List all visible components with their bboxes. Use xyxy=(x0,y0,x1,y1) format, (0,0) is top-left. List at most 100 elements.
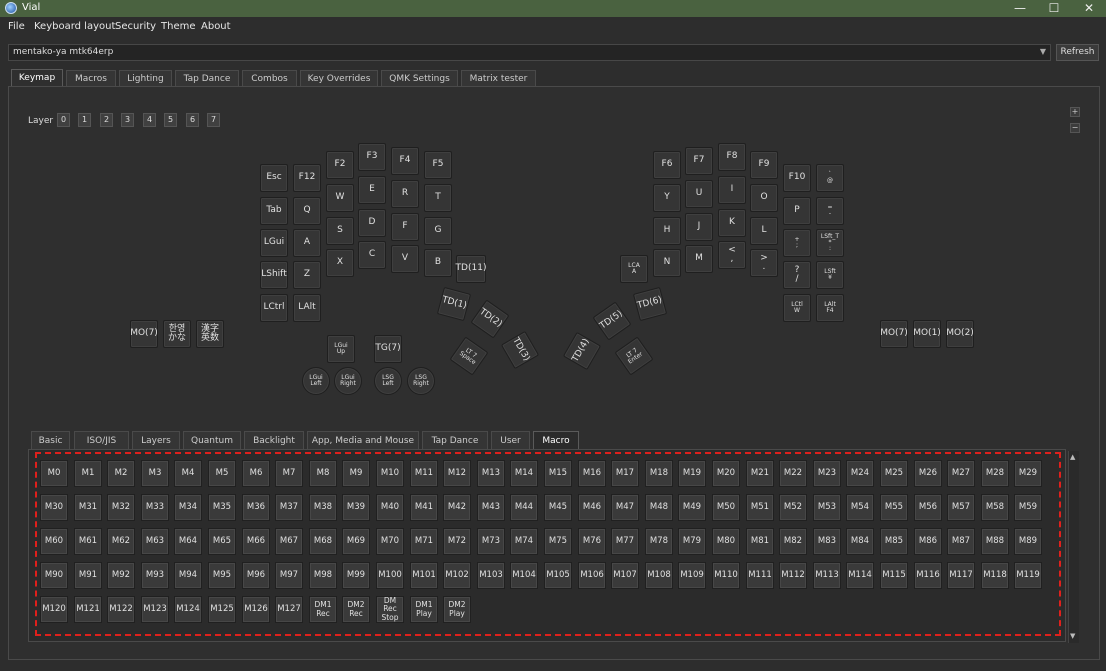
macro-key[interactable]: M28 xyxy=(981,460,1009,487)
macro-key[interactable]: M61 xyxy=(74,528,102,555)
key-f4[interactable]: F4 xyxy=(391,147,419,175)
subtab-basic[interactable]: Basic xyxy=(31,431,70,450)
key-f2[interactable]: F2 xyxy=(326,151,354,179)
macro-key[interactable]: M95 xyxy=(208,562,236,589)
layer-button-6[interactable]: 6 xyxy=(186,113,199,127)
macro-key[interactable]: M65 xyxy=(208,528,236,555)
key-h[interactable]: H xyxy=(653,217,681,245)
macro-key[interactable]: M67 xyxy=(275,528,303,555)
macro-key[interactable]: M60 xyxy=(40,528,68,555)
macro-key[interactable]: M116 xyxy=(914,562,942,589)
macro-key[interactable]: M64 xyxy=(174,528,202,555)
key-lalt-f4[interactable]: LAlt F4 xyxy=(816,294,844,322)
macro-key[interactable]: M119 xyxy=(1014,562,1042,589)
macro-key[interactable]: M108 xyxy=(645,562,673,589)
layer-button-5[interactable]: 5 xyxy=(164,113,177,127)
key-u[interactable]: U xyxy=(685,180,713,208)
macro-key[interactable]: M74 xyxy=(510,528,538,555)
macro-key[interactable]: M88 xyxy=(981,528,1009,555)
macro-key[interactable]: M118 xyxy=(981,562,1009,589)
macro-key[interactable]: M51 xyxy=(746,494,774,521)
key-mo2[interactable]: MO(2) xyxy=(946,320,974,348)
key-a[interactable]: A xyxy=(293,229,321,257)
macro-key[interactable]: M46 xyxy=(578,494,606,521)
menu-theme[interactable]: Theme xyxy=(161,21,196,32)
macro-key[interactable]: M77 xyxy=(611,528,639,555)
menu-about[interactable]: About xyxy=(201,21,231,32)
key-lctrl[interactable]: LCtrl xyxy=(260,294,288,322)
layer-button-7[interactable]: 7 xyxy=(207,113,220,127)
key-g[interactable]: G xyxy=(424,217,452,245)
macro-key[interactable]: M122 xyxy=(107,596,135,623)
macro-key[interactable]: M41 xyxy=(410,494,438,521)
key-x[interactable]: X xyxy=(326,249,354,277)
macro-key[interactable]: M87 xyxy=(947,528,975,555)
macro-key[interactable]: M43 xyxy=(477,494,505,521)
macro-key[interactable]: M125 xyxy=(208,596,236,623)
macro-key[interactable]: M123 xyxy=(141,596,169,623)
macro-key[interactable]: M25 xyxy=(880,460,908,487)
macro-key[interactable]: M109 xyxy=(678,562,706,589)
key-f9[interactable]: F9 xyxy=(750,151,778,179)
key-mo7-left[interactable]: MO(7) xyxy=(130,320,158,348)
macro-key[interactable]: M121 xyxy=(74,596,102,623)
macro-key[interactable]: M103 xyxy=(477,562,505,589)
subtab-tap-dance[interactable]: Tap Dance xyxy=(422,431,488,450)
macro-key[interactable]: M115 xyxy=(880,562,908,589)
layer-button-3[interactable]: 3 xyxy=(121,113,134,127)
macro-key[interactable]: M39 xyxy=(342,494,370,521)
key-lsg-left[interactable]: LSG Left xyxy=(374,367,402,395)
key-e[interactable]: E xyxy=(358,176,386,204)
subtab-backlight[interactable]: Backlight xyxy=(244,431,304,450)
macro-key[interactable]: M104 xyxy=(510,562,538,589)
macro-key[interactable]: M57 xyxy=(947,494,975,521)
macro-key[interactable]: M18 xyxy=(645,460,673,487)
macro-key[interactable]: M91 xyxy=(74,562,102,589)
subtab-macro[interactable]: Macro xyxy=(533,431,579,450)
macro-key[interactable]: M62 xyxy=(107,528,135,555)
macro-key[interactable]: M20 xyxy=(712,460,740,487)
macro-key[interactable]: M7 xyxy=(275,460,303,487)
macro-key[interactable]: M22 xyxy=(779,460,807,487)
macro-key[interactable]: M34 xyxy=(174,494,202,521)
macro-key[interactable]: M6 xyxy=(242,460,270,487)
macro-key[interactable]: M33 xyxy=(141,494,169,521)
macro-key[interactable]: M56 xyxy=(914,494,942,521)
key-v[interactable]: V xyxy=(391,245,419,273)
minimize-icon[interactable]: — xyxy=(1002,0,1038,17)
macro-key[interactable]: DM1 Rec xyxy=(309,596,337,623)
key-p[interactable]: P xyxy=(783,197,811,225)
macro-key[interactable]: M9 xyxy=(342,460,370,487)
macro-key[interactable]: M1 xyxy=(74,460,102,487)
macro-key[interactable]: M85 xyxy=(880,528,908,555)
macro-key[interactable]: M79 xyxy=(678,528,706,555)
macro-key[interactable]: M2 xyxy=(107,460,135,487)
macro-key[interactable]: M3 xyxy=(141,460,169,487)
key-hangul[interactable]: 한영 かな xyxy=(163,320,191,348)
macro-key[interactable]: M24 xyxy=(846,460,874,487)
macro-key[interactable]: M58 xyxy=(981,494,1009,521)
key-lctl-w[interactable]: LCtl W xyxy=(783,294,811,322)
macro-key[interactable]: M40 xyxy=(376,494,404,521)
macro-key[interactable]: M78 xyxy=(645,528,673,555)
macro-key[interactable]: M16 xyxy=(578,460,606,487)
macro-key[interactable]: M75 xyxy=(544,528,572,555)
macro-key[interactable]: M63 xyxy=(141,528,169,555)
key-esc[interactable]: Esc xyxy=(260,164,288,192)
key-t[interactable]: T xyxy=(424,184,452,212)
key-b[interactable]: B xyxy=(424,249,452,277)
key-at[interactable]: ` @ xyxy=(816,164,844,192)
key-s[interactable]: S xyxy=(326,217,354,245)
macro-key[interactable]: M84 xyxy=(846,528,874,555)
key-lgui[interactable]: LGui xyxy=(260,229,288,257)
macro-key[interactable]: M53 xyxy=(813,494,841,521)
key-lgui-left[interactable]: LGui Left xyxy=(302,367,330,395)
key-lsft-t[interactable]: LSft_T * : xyxy=(816,229,844,257)
subtab-layers[interactable]: Layers xyxy=(132,431,180,450)
macro-key[interactable]: M4 xyxy=(174,460,202,487)
macro-key[interactable]: M55 xyxy=(880,494,908,521)
key-f7[interactable]: F7 xyxy=(685,147,713,175)
macro-key[interactable]: M0 xyxy=(40,460,68,487)
macro-key[interactable]: M42 xyxy=(443,494,471,521)
macro-key[interactable]: DM2 Rec xyxy=(342,596,370,623)
